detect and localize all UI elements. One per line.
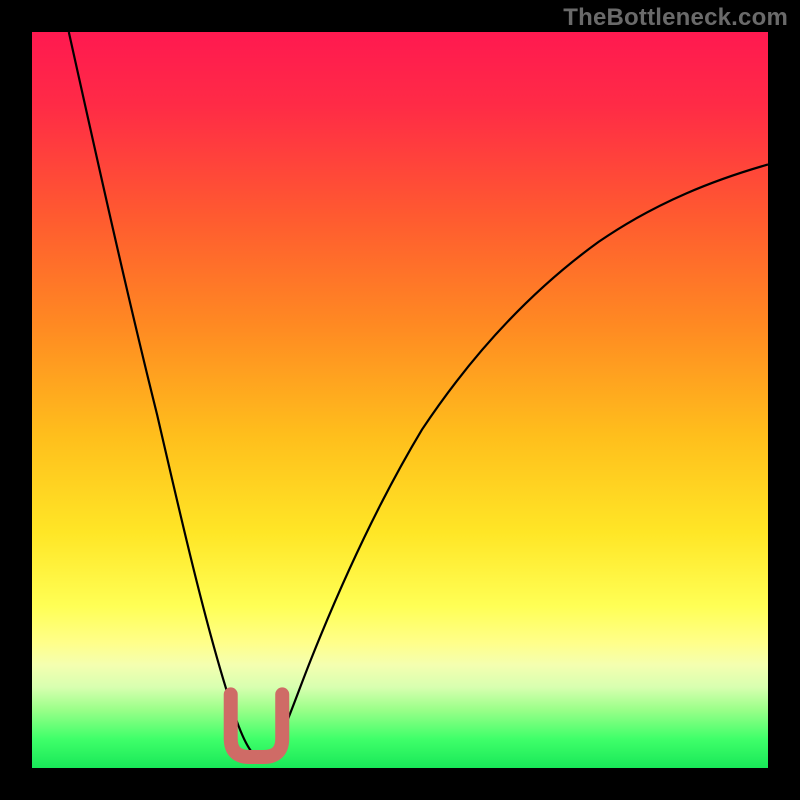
plot-area: [32, 32, 768, 768]
optimal-marker: [32, 32, 768, 768]
chart-frame: TheBottleneck.com: [0, 0, 800, 800]
watermark-text: TheBottleneck.com: [563, 4, 788, 32]
